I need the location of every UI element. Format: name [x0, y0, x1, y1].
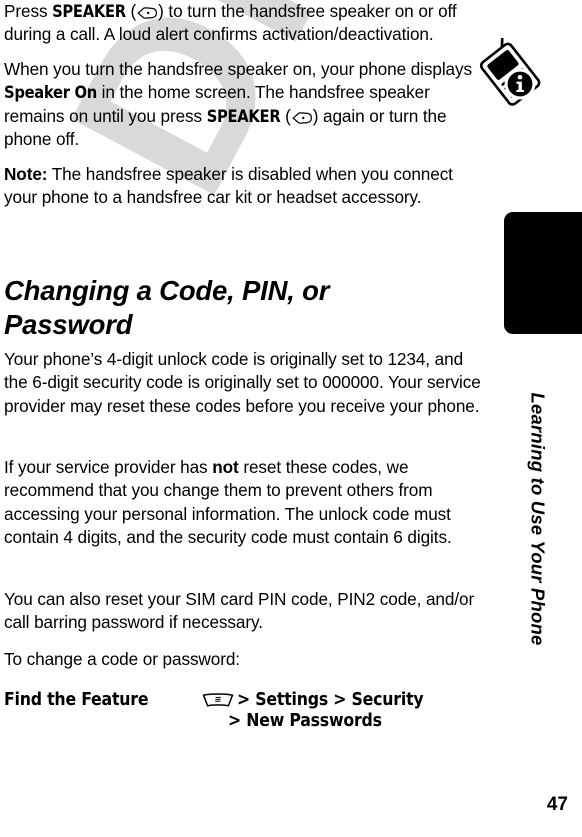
p2-text-a: When you turn the handsfree speaker on, … [4, 59, 473, 79]
info-circle-icon [504, 68, 536, 100]
speaker-key-label: SPEAKER [52, 2, 126, 21]
p1-text-b: ( [125, 1, 137, 21]
paragraph-sim-pin: You can also reset your SIM card PIN cod… [4, 589, 475, 633]
find-the-feature-label: Find the Feature [4, 690, 149, 710]
emphasis-not: not [212, 457, 239, 477]
paragraph-speaker-on-display: When you turn the handsfree speaker on, … [0, 58, 490, 152]
paragraph-to-change: To change a code or password: [4, 649, 240, 669]
find-the-feature-path: > Settings > Security > New Passwords [200, 690, 492, 732]
note-text: The handsfree speaker is disabled when y… [4, 164, 453, 208]
page-title: Changing a Code, PIN, or Password [4, 275, 330, 341]
speaker-on-indicator-label: Speaker On [4, 83, 97, 103]
paragraph-default-codes: Your phone’s 4-digit unlock code is orig… [4, 349, 481, 416]
chapter-title: Learning to Use Your Phone [492, 358, 582, 688]
speaker-soft-key-icon [136, 2, 158, 19]
find-feature-path-line1: > Settings > Security [237, 690, 424, 710]
page-number: 47 [546, 794, 568, 815]
paragraph-change-codes: If your service provider has not reset t… [0, 456, 490, 550]
menu-key-icon [202, 693, 234, 708]
speaker-key-label-2: SPEAKER [206, 106, 281, 126]
paragraph-note: Note: The handsfree speaker is disabled … [0, 163, 490, 210]
p5-text-a: If your service provider has [4, 457, 213, 477]
chapter-title-text: Learning to Use Your Phone [527, 392, 548, 646]
find-feature-path-line2: > New Passwords [228, 711, 382, 731]
chapter-tab [504, 212, 582, 334]
phone-info-icon [476, 36, 550, 112]
p1-text-a: Press [4, 1, 53, 21]
speaker-soft-key-icon-2 [291, 107, 313, 124]
find-the-feature-row: Find the Feature > Settings > Security > … [4, 690, 492, 732]
paragraph-speaker-toggle: Press SPEAKER () to turn the handsfree s… [0, 0, 490, 47]
chapter-side-rail: Learning to Use Your Phone 47 [479, 0, 582, 837]
p2-text-c: ( [280, 105, 291, 126]
note-label: Note: [4, 164, 48, 184]
